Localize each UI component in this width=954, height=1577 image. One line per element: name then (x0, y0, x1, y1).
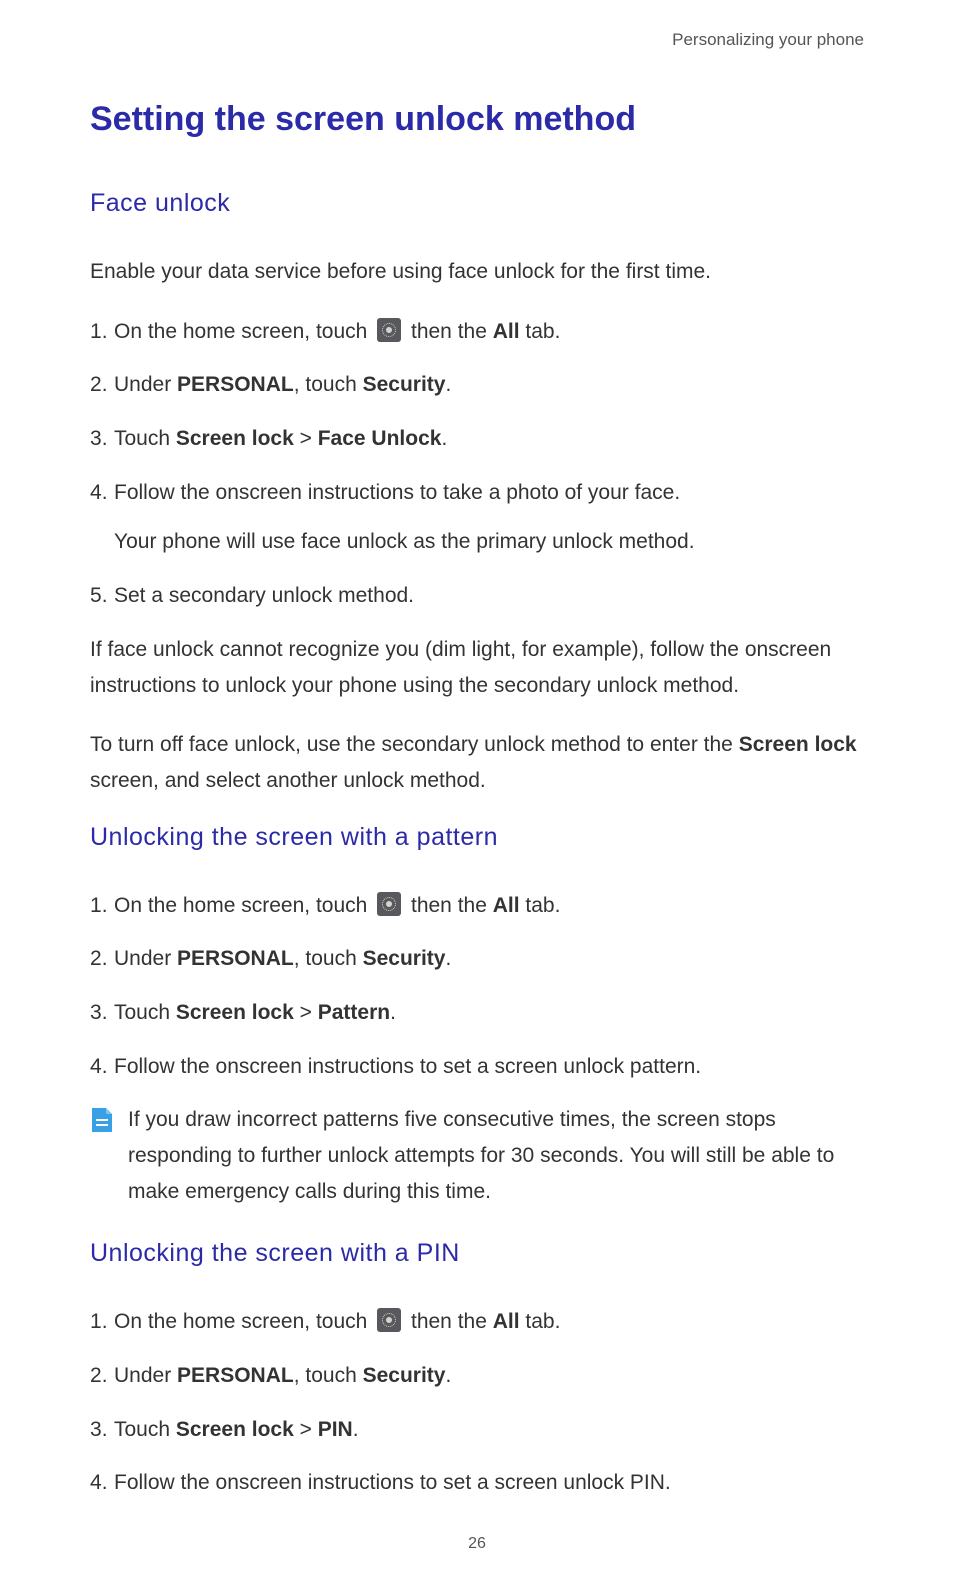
step-bold: Face Unlock (318, 427, 442, 450)
step-bold: Security (363, 947, 446, 970)
document-page: Personalizing your phone Setting the scr… (0, 0, 954, 1577)
step: Touch Screen lock > PIN. (90, 1412, 864, 1448)
step-bold: Security (363, 1364, 446, 1387)
step-text: , touch (294, 1364, 363, 1387)
step-subtext: Your phone will use face unlock as the p… (114, 524, 864, 560)
step-text: tab. (520, 320, 561, 343)
step-text: tab. (520, 894, 561, 917)
section-heading-pattern: Unlocking the screen with a pattern (90, 823, 864, 852)
step-bold: Screen lock (176, 1001, 294, 1024)
step: Under PERSONAL, touch Security. (90, 1358, 864, 1394)
face-unlock-steps: On the home screen, touch then the All t… (90, 314, 864, 614)
step-text: then the (405, 320, 493, 343)
step: Follow the onscreen instructions to set … (90, 1049, 864, 1085)
step-text: On the home screen, touch (114, 894, 373, 917)
step-bold: PERSONAL (177, 373, 294, 396)
step-text: . (445, 1364, 451, 1387)
step-text: On the home screen, touch (114, 320, 373, 343)
step-bold: PIN (318, 1418, 353, 1441)
step-text: On the home screen, touch (114, 1310, 373, 1333)
face-unlock-note-1: If face unlock cannot recognize you (dim… (90, 632, 864, 703)
face-unlock-note-2: To turn off face unlock, use the seconda… (90, 727, 864, 798)
step-text: , touch (294, 373, 363, 396)
step-text: . (445, 373, 451, 396)
step-text: . (353, 1418, 359, 1441)
step-text: tab. (520, 1310, 561, 1333)
step-text: Touch (114, 1001, 176, 1024)
note-icon (90, 1106, 114, 1134)
para-text: To turn off face unlock, use the seconda… (90, 733, 739, 756)
step-bold: Screen lock (176, 1418, 294, 1441)
step-bold: All (493, 1310, 520, 1333)
step-text: > (294, 427, 318, 450)
step: Under PERSONAL, touch Security. (90, 367, 864, 403)
page-number: 26 (0, 1535, 954, 1553)
step: Touch Screen lock > Pattern. (90, 995, 864, 1031)
step: On the home screen, touch then the All t… (90, 1304, 864, 1340)
note-text: If you draw incorrect patterns five cons… (128, 1102, 864, 1209)
section-heading-pin: Unlocking the screen with a PIN (90, 1239, 864, 1268)
step: Follow the onscreen instructions to take… (90, 475, 864, 560)
step: On the home screen, touch then the All t… (90, 314, 864, 350)
step: Set a secondary unlock method. (90, 578, 864, 614)
step-text: then the (405, 894, 493, 917)
step-text: Under (114, 947, 177, 970)
page-header-breadcrumb: Personalizing your phone (90, 30, 864, 50)
step-bold: PERSONAL (177, 947, 294, 970)
section-heading-face-unlock: Face unlock (90, 189, 864, 218)
step-bold: All (493, 320, 520, 343)
step-text: . (445, 947, 451, 970)
step-text: . (441, 427, 447, 450)
note-block: If you draw incorrect patterns five cons… (90, 1102, 864, 1209)
step-text: Touch (114, 1418, 176, 1441)
step-text: then the (405, 1310, 493, 1333)
step-text: Follow the onscreen instructions to take… (114, 481, 680, 504)
step: On the home screen, touch then the All t… (90, 888, 864, 924)
pattern-steps: On the home screen, touch then the All t… (90, 888, 864, 1085)
step-bold: Screen lock (176, 427, 294, 450)
face-unlock-intro: Enable your data service before using fa… (90, 254, 864, 290)
page-title: Setting the screen unlock method (90, 100, 864, 139)
step-bold: Pattern (318, 1001, 390, 1024)
step-text: Follow the onscreen instructions to set … (114, 1471, 671, 1494)
step-bold: Security (363, 373, 446, 396)
pin-steps: On the home screen, touch then the All t… (90, 1304, 864, 1501)
step: Under PERSONAL, touch Security. (90, 941, 864, 977)
settings-icon (377, 318, 401, 342)
step: Follow the onscreen instructions to set … (90, 1465, 864, 1501)
para-bold: Screen lock (739, 733, 857, 756)
settings-icon (377, 892, 401, 916)
step-text: Touch (114, 427, 176, 450)
step: Touch Screen lock > Face Unlock. (90, 421, 864, 457)
step-text: Under (114, 373, 177, 396)
step-bold: All (493, 894, 520, 917)
step-text: Follow the onscreen instructions to set … (114, 1055, 701, 1078)
step-text: > (294, 1001, 318, 1024)
para-text: screen, and select another unlock method… (90, 769, 486, 792)
step-text: > (294, 1418, 318, 1441)
step-text: Under (114, 1364, 177, 1387)
settings-icon (377, 1308, 401, 1332)
step-bold: PERSONAL (177, 1364, 294, 1387)
step-text: . (390, 1001, 396, 1024)
step-text: , touch (294, 947, 363, 970)
step-text: Set a secondary unlock method. (114, 584, 414, 607)
